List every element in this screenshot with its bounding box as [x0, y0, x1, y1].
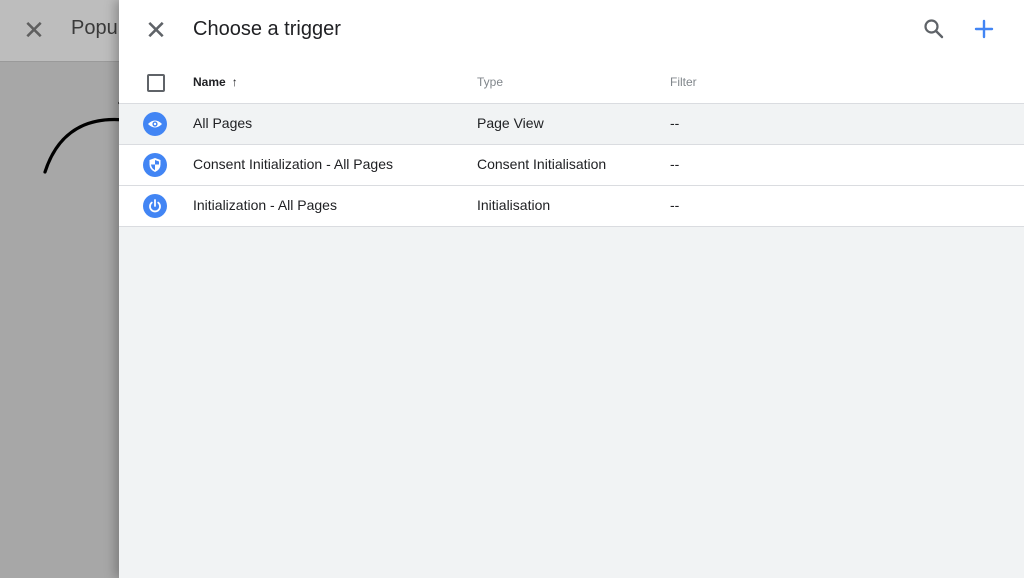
trigger-type: Initialisation	[477, 197, 551, 213]
column-header-type: Type	[477, 75, 504, 89]
eye-icon	[143, 112, 167, 136]
panel-header: ✕ Choose a trigger	[119, 0, 1024, 62]
column-header-filter: Filter	[670, 75, 697, 89]
sort-ascending-icon: ↑	[231, 75, 238, 89]
trigger-table: Name ↑ Type Filter All Pages Page View --	[119, 62, 1024, 227]
panel-title: Choose a trigger	[193, 18, 341, 40]
trigger-filter: --	[670, 197, 680, 213]
trigger-filter: --	[670, 115, 680, 131]
column-header-name-label: Name	[193, 75, 226, 89]
trigger-name: All Pages	[193, 115, 253, 131]
trigger-filter: --	[670, 156, 680, 172]
shield-icon	[143, 153, 167, 177]
trigger-row-initialization[interactable]: Initialization - All Pages Initialisatio…	[119, 186, 1024, 227]
trigger-name: Consent Initialization - All Pages	[193, 156, 393, 172]
search-button[interactable]	[921, 16, 947, 42]
background-title: Popu	[71, 17, 118, 39]
close-icon[interactable]: ✕	[143, 15, 169, 45]
trigger-panel: ✕ Choose a trigger Name ↑ Type Filter Al…	[119, 0, 1024, 578]
trigger-type: Page View	[477, 115, 544, 131]
column-header-name[interactable]: Name ↑	[193, 75, 238, 89]
add-trigger-button[interactable]	[971, 16, 997, 42]
trigger-row-consent-initialization[interactable]: Consent Initialization - All Pages Conse…	[119, 145, 1024, 186]
table-header: Name ↑ Type Filter	[119, 62, 1024, 104]
search-icon	[924, 19, 944, 39]
trigger-name: Initialization - All Pages	[193, 197, 337, 213]
trigger-row-all-pages[interactable]: All Pages Page View --	[119, 104, 1024, 145]
plus-icon	[974, 19, 994, 39]
power-icon	[143, 194, 167, 218]
select-all-checkbox[interactable]	[147, 74, 165, 92]
background-close-icon: ✕	[23, 15, 45, 45]
trigger-type: Consent Initialisation	[477, 156, 607, 172]
